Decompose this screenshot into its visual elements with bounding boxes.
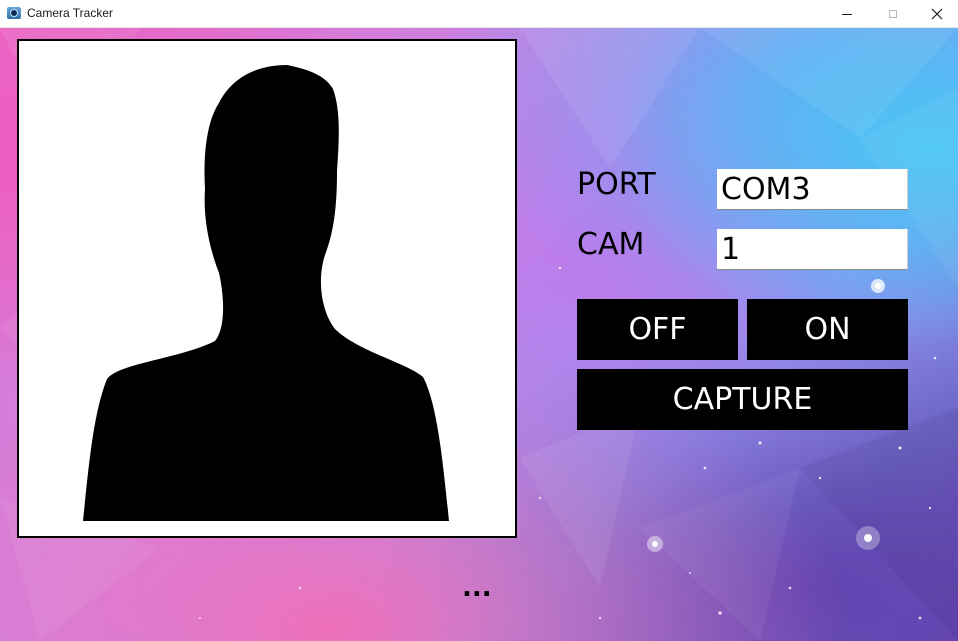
camera-preview [17, 39, 517, 538]
cam-label: CAM [577, 227, 645, 262]
capture-button[interactable]: CAPTURE [577, 369, 908, 430]
maximize-icon [889, 10, 897, 18]
camera-app-icon [7, 7, 21, 19]
cam-input[interactable] [717, 229, 908, 270]
port-label: PORT [577, 167, 656, 202]
off-button[interactable]: OFF [577, 299, 738, 360]
close-icon [931, 8, 943, 20]
title-bar: Camera Tracker [0, 0, 958, 28]
maximize-button[interactable] [870, 0, 916, 28]
window-title: Camera Tracker [27, 6, 114, 20]
window-client-area: PORT CAM OFF ON CAPTURE ... [0, 28, 958, 641]
minimize-button[interactable] [824, 0, 870, 28]
person-silhouette-icon [83, 65, 449, 521]
port-input[interactable] [717, 169, 908, 210]
close-button[interactable] [914, 0, 958, 28]
status-label: ... [462, 573, 492, 603]
on-button[interactable]: ON [747, 299, 908, 360]
minimize-icon [842, 13, 852, 15]
